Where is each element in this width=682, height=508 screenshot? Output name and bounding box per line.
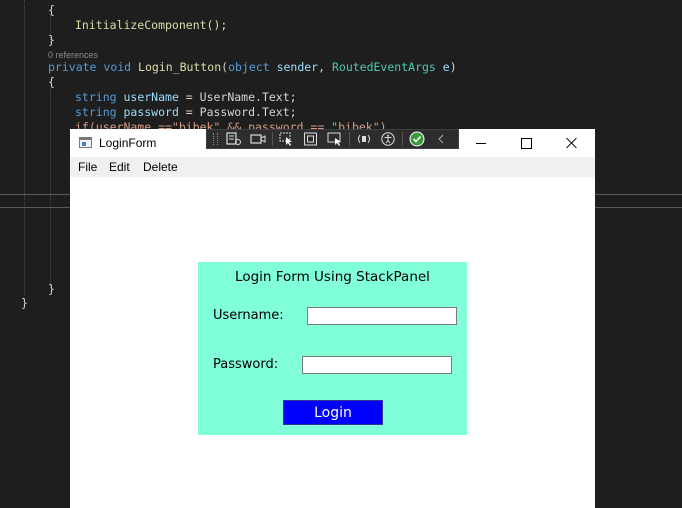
menu-file[interactable]: File	[78, 160, 97, 174]
window-title: LoginForm	[99, 136, 157, 150]
code-line: }	[48, 282, 55, 297]
hot-reload-ok-icon[interactable]	[407, 131, 427, 147]
binding-failures-icon[interactable]	[354, 131, 374, 147]
login-button[interactable]: Login	[283, 400, 383, 425]
title-bar[interactable]: LoginForm	[70, 129, 595, 157]
code-text: e	[442, 60, 450, 74]
code-line: private void Login_Button(object sender,…	[48, 60, 457, 75]
collapse-toolbar-icon[interactable]	[431, 131, 451, 147]
code-text: password	[123, 105, 179, 119]
code-text: = UserName.Text;	[178, 90, 297, 104]
code-text: InitializeComponent();	[75, 18, 228, 32]
code-line: }	[48, 33, 55, 48]
window-icon	[79, 137, 92, 148]
code-line: string password = Password.Text;	[75, 105, 297, 120]
code-line: InitializeComponent();	[75, 18, 227, 33]
code-line: {	[48, 75, 55, 90]
display-layout-adorners-icon[interactable]	[301, 131, 321, 147]
toolbar-divider	[349, 132, 350, 146]
login-window: LoginForm File Edit Delete Login Form Us…	[70, 129, 595, 508]
menu-delete[interactable]: Delete	[143, 160, 178, 174]
xaml-runtime-toolbar	[206, 129, 459, 149]
close-icon	[566, 137, 578, 149]
accessibility-icon[interactable]	[378, 131, 398, 147]
code-text: string	[75, 105, 117, 119]
code-text: userName	[123, 90, 179, 104]
indent-guide	[50, 88, 51, 288]
code-text: private	[48, 60, 97, 74]
code-text: {	[48, 75, 55, 89]
toolbar-divider	[402, 132, 403, 146]
code-text: object	[228, 60, 270, 74]
code-line: string userName = UserName.Text;	[75, 90, 297, 105]
code-text: Login_Button	[138, 60, 222, 74]
code-text: ,	[318, 60, 332, 74]
password-input[interactable]	[302, 356, 452, 374]
password-label: Password:	[213, 357, 279, 372]
username-label: Username:	[213, 308, 284, 323]
code-text: }	[21, 296, 28, 310]
grip-icon[interactable]	[213, 133, 218, 145]
select-element-icon[interactable]	[277, 131, 297, 147]
close-button[interactable]	[549, 129, 595, 157]
record-icon[interactable]	[248, 131, 268, 147]
code-text: }	[48, 282, 55, 296]
code-text: string	[75, 90, 117, 104]
live-visual-tree-icon[interactable]	[224, 131, 244, 147]
code-text: void	[103, 60, 132, 74]
login-stackpanel: Login Form Using StackPanel Username: Pa…	[198, 262, 467, 435]
code-line: {	[48, 3, 55, 18]
username-input[interactable]	[307, 307, 457, 325]
toolbar-divider	[272, 132, 273, 146]
menu-edit[interactable]: Edit	[109, 160, 130, 174]
menu-bar: File Edit Delete	[70, 157, 595, 177]
code-text: {	[48, 3, 55, 17]
indent-guide	[24, 0, 25, 296]
minimize-button[interactable]	[458, 129, 504, 157]
code-text: RoutedEventArgs	[331, 60, 436, 74]
code-text: )	[449, 60, 457, 74]
minimize-icon	[476, 142, 486, 144]
code-text: }	[48, 33, 55, 47]
maximize-button[interactable]	[503, 129, 549, 157]
code-line: }	[21, 296, 28, 311]
maximize-icon	[520, 137, 532, 149]
code-text: sender	[276, 60, 319, 74]
track-focus-icon[interactable]	[325, 131, 345, 147]
form-title: Login Form Using StackPanel	[235, 269, 430, 285]
code-text: = Password.Text;	[178, 105, 297, 119]
